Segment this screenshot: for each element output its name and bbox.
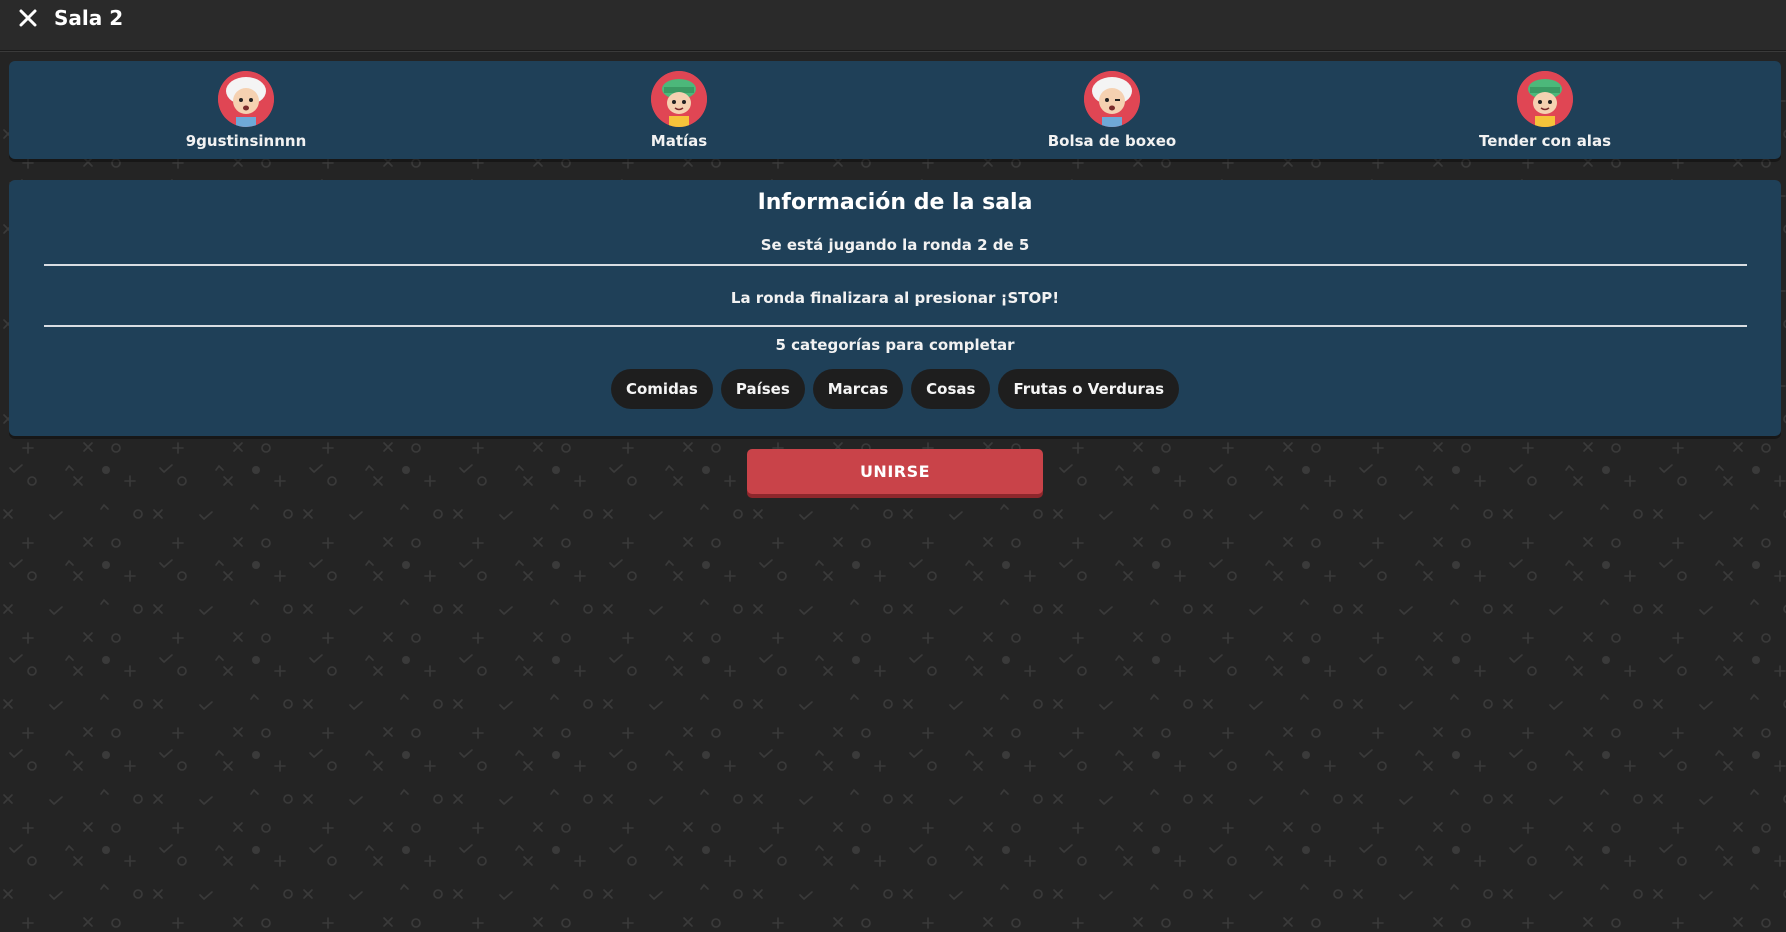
avatar xyxy=(1517,71,1573,127)
room-info-panel: Información de la sala Se está jugando l… xyxy=(9,180,1781,436)
divider xyxy=(44,264,1747,266)
top-bar: Sala 2 xyxy=(0,0,1786,51)
category-chip: Frutas o Verduras xyxy=(998,369,1179,409)
category-chip: Comidas xyxy=(610,369,713,409)
category-chip: Países xyxy=(720,369,805,409)
avatar xyxy=(651,71,707,127)
category-chip: Cosas xyxy=(911,369,991,409)
join-button[interactable]: UNIRSE xyxy=(747,449,1043,494)
avatar xyxy=(1084,71,1140,127)
old-man-avatar-icon xyxy=(1084,71,1140,127)
round-end-text: La ronda finalizara al presionar ¡STOP! xyxy=(730,289,1060,307)
player-card: Matías xyxy=(549,71,809,150)
room-title: Sala 2 xyxy=(54,6,124,30)
round-status-text: Se está jugando la ronda 2 de 5 xyxy=(760,236,1030,254)
categories-count-text: 5 categorías para completar xyxy=(775,336,1015,354)
avatar xyxy=(218,71,274,127)
player-card: 9gustinsinnnn xyxy=(116,71,376,150)
player-name: Bolsa de boxeo xyxy=(1047,132,1177,150)
old-man-avatar-icon xyxy=(218,71,274,127)
towel-head-avatar-icon xyxy=(1517,71,1573,127)
player-name: 9gustinsinnnn xyxy=(185,132,307,150)
player-card: Tender con alas xyxy=(1415,71,1675,150)
categories-list: Comidas Países Marcas Cosas Frutas o Ver… xyxy=(9,369,1781,409)
category-chip: Marcas xyxy=(812,369,904,409)
close-icon xyxy=(19,9,37,27)
player-name: Matías xyxy=(650,132,708,150)
player-card: Bolsa de boxeo xyxy=(982,71,1242,150)
divider xyxy=(44,325,1747,327)
close-button[interactable] xyxy=(15,5,41,31)
room-info-title: Información de la sala xyxy=(757,190,1033,215)
towel-head-avatar-icon xyxy=(651,71,707,127)
player-name: Tender con alas xyxy=(1478,132,1612,150)
players-panel: 9gustinsinnnn Matías Bolsa de boxeo Tend… xyxy=(9,61,1781,159)
